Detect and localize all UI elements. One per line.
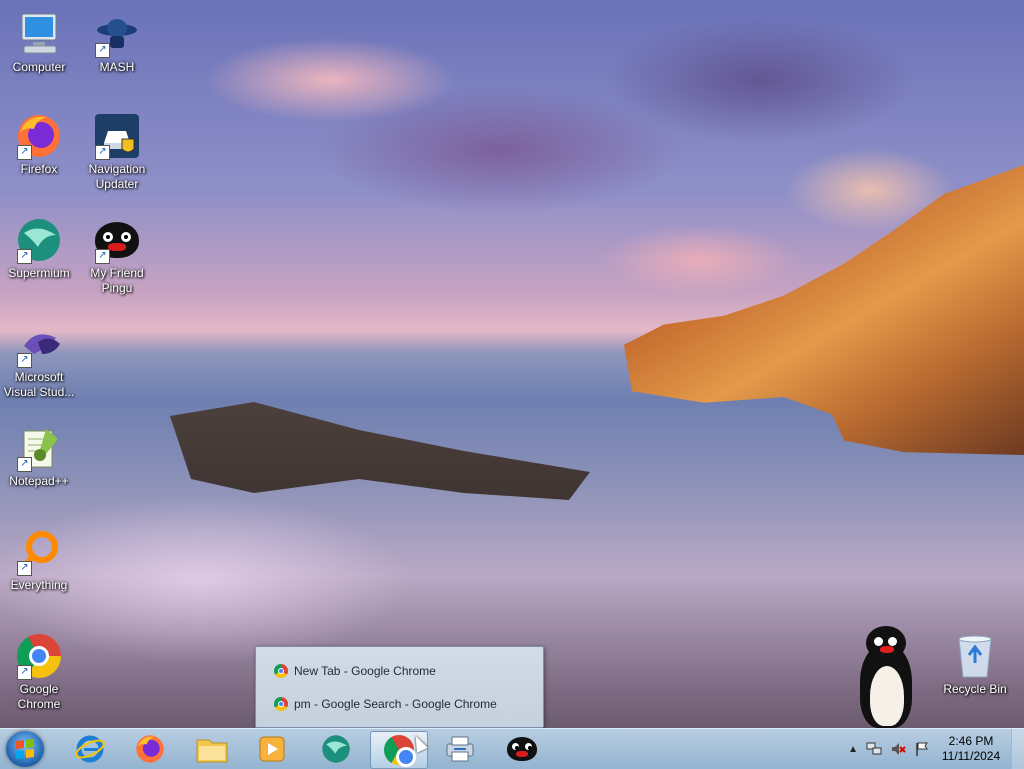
firefox-icon: ↗ bbox=[15, 112, 63, 160]
clock-time: 2:46 PM bbox=[948, 734, 994, 748]
media-player-icon bbox=[259, 736, 285, 762]
shortcut-arrow-icon: ↗ bbox=[17, 353, 32, 368]
desktop-icon-label: Microsoft Visual Stud... bbox=[3, 370, 75, 399]
desktop-icon-label: MASH bbox=[99, 60, 135, 74]
taskbar-internet-explorer[interactable] bbox=[62, 731, 118, 767]
internet-explorer-icon bbox=[75, 735, 105, 763]
wallpaper-cliff bbox=[624, 165, 1024, 455]
desktop-icon-label: Recycle Bin bbox=[943, 682, 1007, 696]
window-item-new-tab[interactable]: New Tab - Google Chrome bbox=[274, 659, 436, 683]
window-item-pm-google-search[interactable]: pm - Google Search - Google Chrome bbox=[274, 692, 497, 716]
network-icon[interactable] bbox=[866, 741, 882, 757]
desktop-icon-supermium[interactable]: ↗ Supermium bbox=[0, 216, 78, 281]
desktop-icon-label: Google Chrome bbox=[17, 682, 61, 711]
chrome-icon bbox=[274, 697, 288, 711]
computer-icon bbox=[15, 10, 63, 58]
taskbar-firefox[interactable] bbox=[122, 731, 178, 767]
taskbar-supermium[interactable] bbox=[308, 731, 364, 767]
desktop-icon-recycle-bin[interactable]: Recycle Bin bbox=[936, 632, 1014, 697]
supermium-icon: ↗ bbox=[15, 216, 63, 264]
desktop-icon-label: Notepad++ bbox=[9, 474, 69, 488]
desktop-icon-my-friend-pingu[interactable]: ↗ My Friend Pingu bbox=[78, 216, 156, 296]
desktop-icon-computer[interactable]: Computer bbox=[0, 10, 78, 75]
pingu-icon: ↗ bbox=[93, 216, 141, 264]
show-desktop-button[interactable] bbox=[1011, 729, 1024, 769]
desktop-icon-label: Computer bbox=[12, 60, 66, 74]
shortcut-arrow-icon: ↗ bbox=[95, 145, 110, 160]
chrome-icon bbox=[274, 664, 288, 678]
notepad-plus-plus-icon: ↗ bbox=[15, 424, 63, 472]
pingu-icon bbox=[507, 737, 537, 761]
desktop-icon-label: Supermium bbox=[8, 266, 70, 280]
printer-app-icon bbox=[446, 736, 474, 762]
clock-date: 11/11/2024 bbox=[941, 749, 1001, 763]
desktop-icon-firefox[interactable]: ↗ Firefox bbox=[0, 112, 78, 177]
supermium-icon bbox=[322, 735, 350, 763]
pingu-desktop-pet[interactable] bbox=[858, 626, 914, 728]
volume-muted-icon[interactable] bbox=[890, 741, 906, 757]
desktop-icon-label: My Friend Pingu bbox=[90, 266, 144, 295]
navigation-updater-icon: ↗ bbox=[93, 112, 141, 160]
desktop-icon-visual-studio[interactable]: ↗ Microsoft Visual Stud... bbox=[0, 320, 78, 400]
chrome-icon: ↗ bbox=[15, 632, 63, 680]
shortcut-arrow-icon: ↗ bbox=[95, 43, 110, 58]
mash-icon: ↗ bbox=[93, 10, 141, 58]
chrome-window-list-popup: New Tab - Google Chrome pm - Google Sear… bbox=[255, 646, 544, 728]
window-item-label: pm - Google Search - Google Chrome bbox=[294, 697, 497, 711]
file-explorer-icon bbox=[196, 739, 228, 763]
taskbar: ▲ 2:46 PM 11/11/2024 bbox=[0, 728, 1024, 769]
everything-search-icon: ↗ bbox=[15, 528, 63, 576]
shortcut-arrow-icon: ↗ bbox=[17, 561, 32, 576]
desktop-icon-label: Everything bbox=[10, 578, 68, 592]
taskbar-media-player[interactable] bbox=[244, 731, 300, 767]
shortcut-arrow-icon: ↗ bbox=[17, 665, 32, 680]
desktop-icon-notepad-plus-plus[interactable]: ↗ Notepad++ bbox=[0, 424, 78, 489]
start-button[interactable] bbox=[6, 731, 44, 767]
desktop-icon-google-chrome[interactable]: ↗ Google Chrome bbox=[0, 632, 78, 712]
window-item-label: New Tab - Google Chrome bbox=[294, 664, 436, 678]
desktop-icon-label: Firefox bbox=[20, 162, 58, 176]
taskbar-file-explorer[interactable] bbox=[184, 731, 240, 767]
shortcut-arrow-icon: ↗ bbox=[95, 249, 110, 264]
recycle-bin-icon bbox=[951, 632, 999, 680]
firefox-icon bbox=[136, 735, 164, 763]
desktop-icon-navigation-updater[interactable]: ↗ Navigation Updater bbox=[78, 112, 156, 192]
shortcut-arrow-icon: ↗ bbox=[17, 249, 32, 264]
windows-logo-icon bbox=[16, 739, 34, 759]
visual-studio-icon: ↗ bbox=[15, 320, 63, 368]
desktop-icon-label: Navigation Updater bbox=[88, 162, 146, 191]
desktop-icon-everything[interactable]: ↗ Everything bbox=[0, 528, 78, 593]
taskbar-printer-app[interactable] bbox=[432, 731, 488, 767]
taskbar-my-friend-pingu[interactable] bbox=[494, 731, 550, 767]
taskbar-clock[interactable]: 2:46 PM 11/11/2024 bbox=[938, 734, 1004, 764]
action-center-flag-icon[interactable] bbox=[914, 741, 930, 757]
chrome-icon bbox=[384, 735, 416, 767]
system-tray: ▲ 2:46 PM 11/11/2024 bbox=[848, 729, 1004, 769]
show-hidden-icons-chevron-icon[interactable]: ▲ bbox=[848, 744, 858, 755]
desktop-icon-mash[interactable]: ↗ MASH bbox=[78, 10, 156, 75]
shortcut-arrow-icon: ↗ bbox=[17, 145, 32, 160]
shortcut-arrow-icon: ↗ bbox=[17, 457, 32, 472]
